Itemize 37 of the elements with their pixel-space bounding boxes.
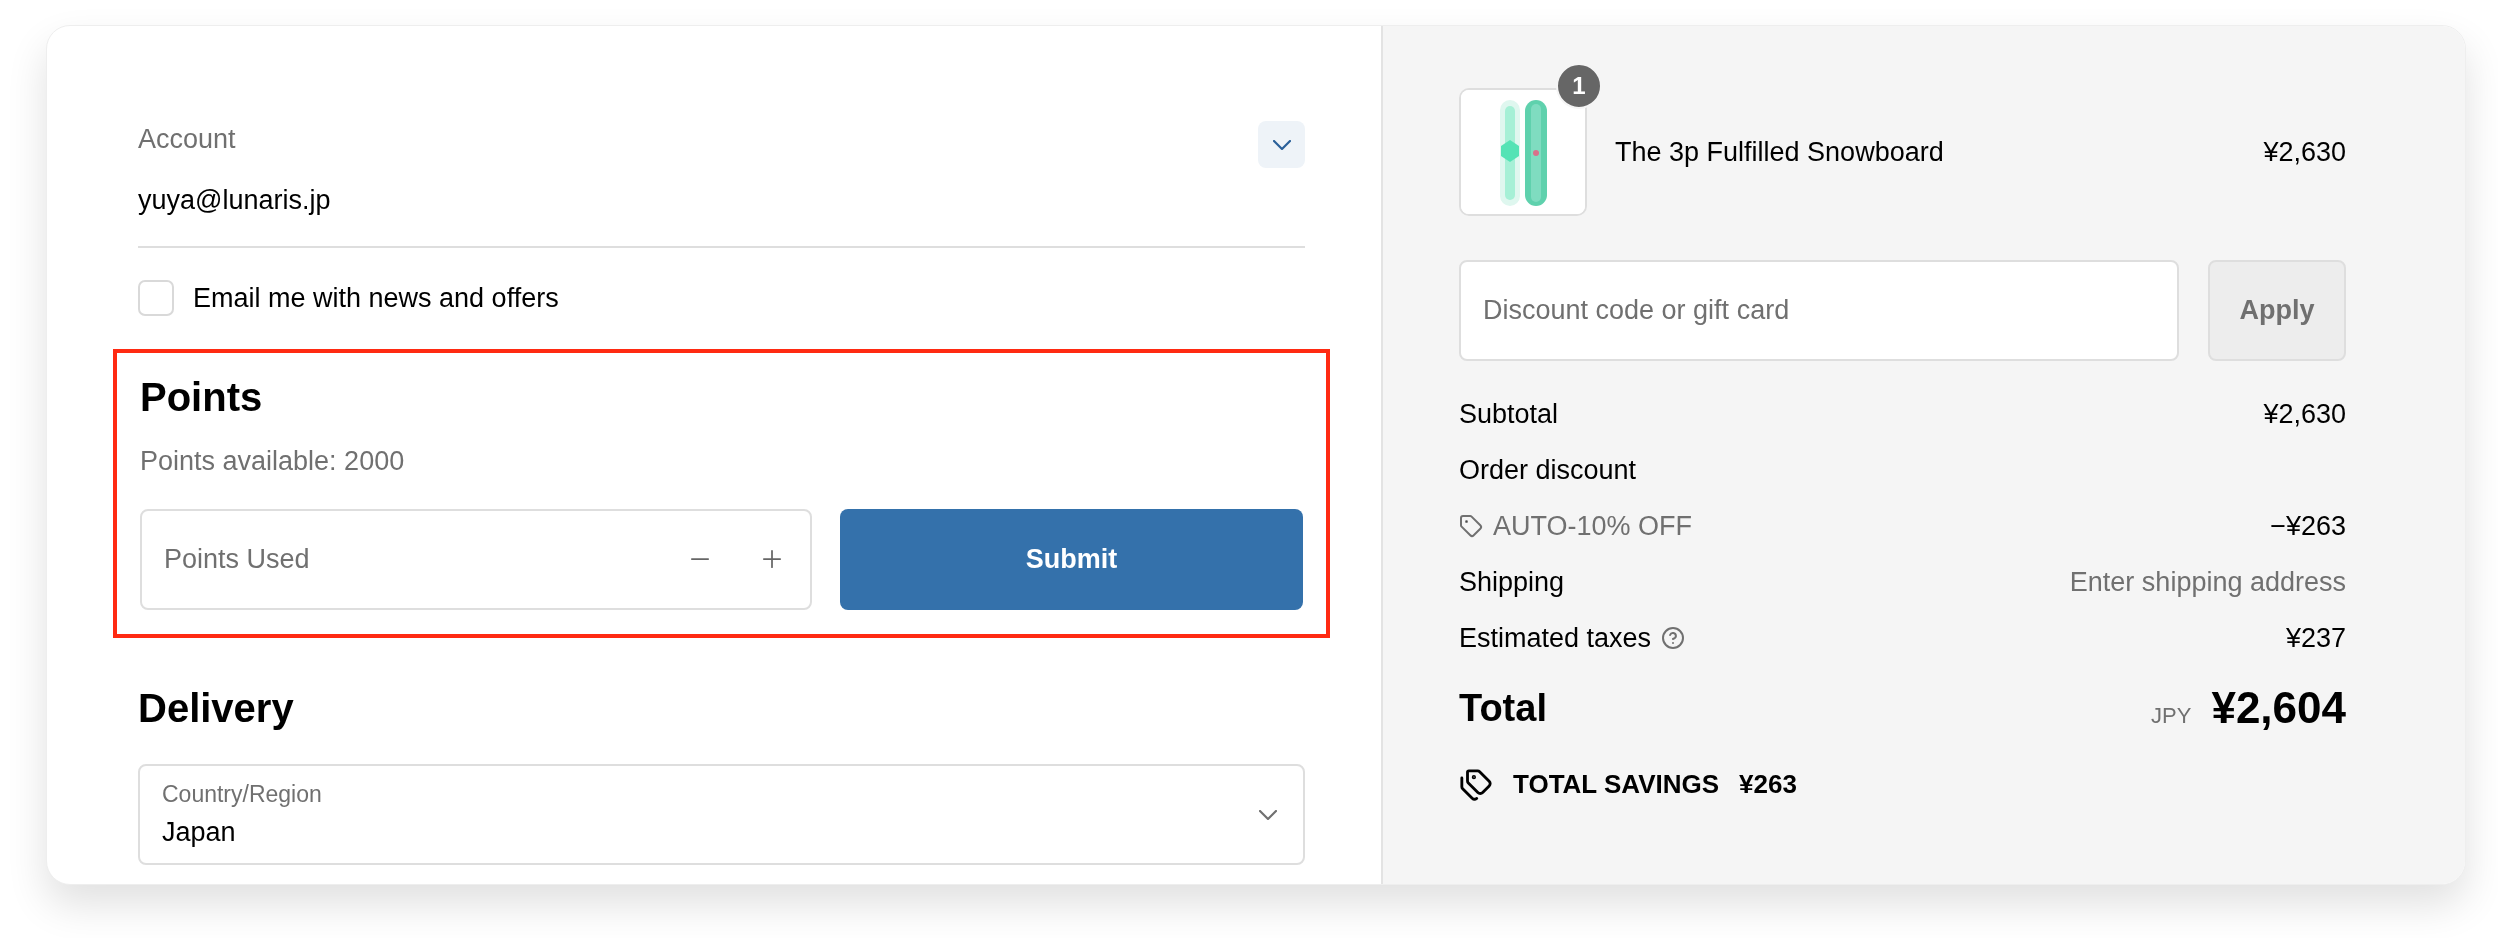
summary-value: −¥263 [2270, 509, 2346, 543]
account-label: Account [138, 123, 237, 156]
total-currency: JPY [2151, 702, 2192, 730]
expand-button[interactable] [1258, 121, 1305, 168]
discount-field[interactable]: Discount code or gift card [1459, 260, 2179, 361]
summary-value: Enter shipping address [2069, 565, 2346, 599]
country-label: Country/Region [162, 780, 322, 809]
total-value: ¥2,604 [2211, 682, 2346, 734]
apply-button[interactable]: Apply [2208, 260, 2346, 361]
product-name: The 3p Fulfilled Snowboard [1615, 135, 1945, 169]
summary-label: AUTO-10% OFF [1493, 509, 1693, 543]
summary-label: Subtotal [1459, 397, 1559, 431]
summary-value: ¥2,630 [2263, 397, 2346, 431]
checkbox-label: Email me with news and offers [193, 282, 559, 315]
points-heading: Points [140, 373, 264, 421]
help-icon[interactable] [1661, 626, 1686, 650]
account-email: yuya@lunaris.jp [138, 183, 331, 217]
product-price: ¥2,630 [2263, 135, 2346, 169]
total-label: Total [1459, 685, 1547, 731]
chevron-down-icon [1259, 809, 1277, 820]
savings-value: ¥263 [1739, 768, 1797, 801]
tags-icon [1459, 767, 1493, 802]
chevron-down-icon [1272, 139, 1291, 150]
delivery-heading: Delivery [138, 685, 295, 732]
summary-label: Shipping [1459, 565, 1565, 599]
savings-label: TOTAL SAVINGS [1513, 768, 1720, 801]
tag-icon [1459, 514, 1483, 538]
points-available: Points available: 2000 [140, 444, 406, 478]
summary-label: Order discount [1459, 453, 1637, 487]
points-field[interactable]: Points Used [140, 509, 812, 610]
submit-button[interactable]: Submit [840, 509, 1303, 610]
country-select[interactable]: Country/Region Japan [138, 764, 1305, 865]
country-value: Japan [162, 815, 237, 849]
summary-value: ¥237 [2285, 621, 2346, 655]
quantity-badge: 1 [1556, 63, 1602, 109]
checkbox[interactable] [138, 280, 174, 317]
summary-label: Estimated taxes [1459, 621, 1652, 655]
